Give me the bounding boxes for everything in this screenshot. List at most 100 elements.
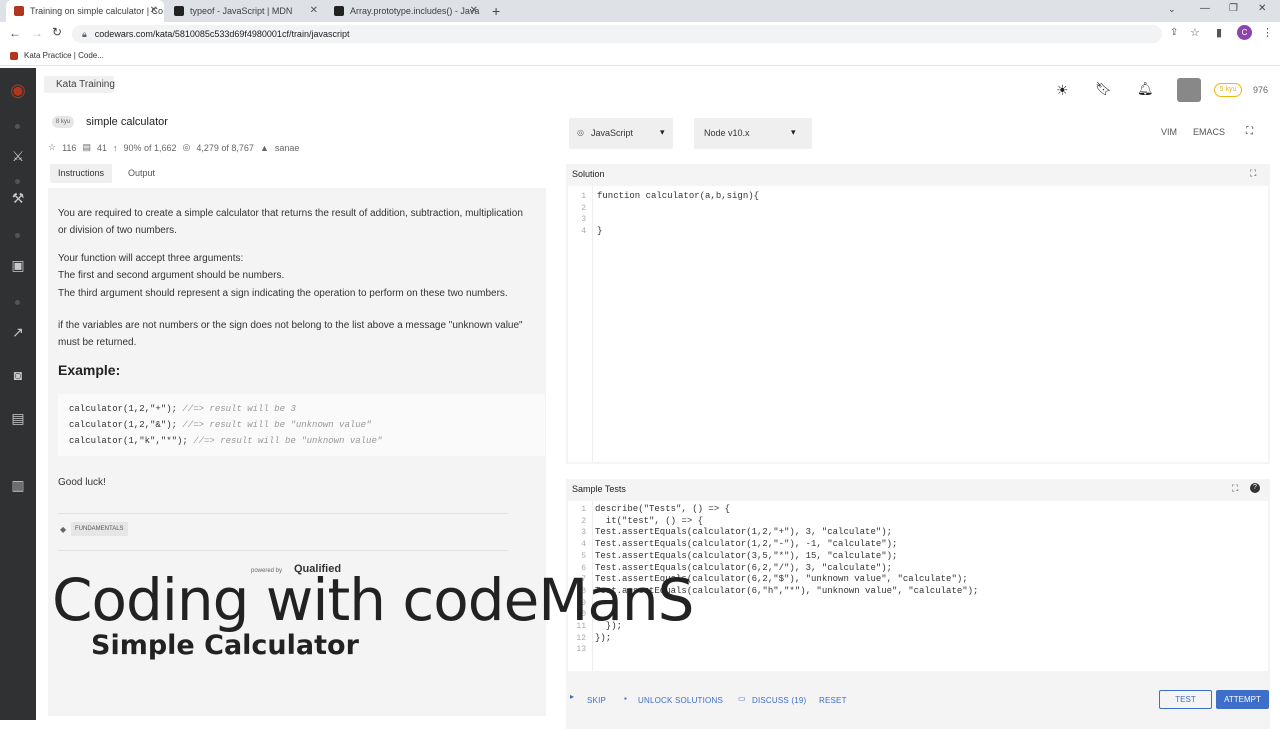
chat-icon[interactable]: ▤ — [8, 408, 28, 428]
close-tab-icon[interactable]: ✕ — [470, 5, 478, 16]
satisfaction-icon: ↑ — [112, 142, 118, 153]
example-comment: //=> result will be "unknown value" — [187, 436, 383, 446]
line-number: 5 — [581, 551, 586, 561]
back-icon[interactable]: ← — [9, 26, 21, 40]
briefcase-icon[interactable]: ▣ — [8, 255, 28, 275]
more-menu-icon[interactable]: ⋮ — [1262, 26, 1273, 39]
tab-title: Training on simple calculator | Co — [30, 6, 164, 16]
side-panel-icon[interactable]: ▮ — [1216, 26, 1222, 39]
training-icon[interactable]: ⚔ — [8, 146, 28, 166]
codewars-logo-icon[interactable]: ◉ — [8, 80, 28, 100]
example-heading: Example: — [58, 362, 121, 378]
share-icon[interactable]: ⇪ — [1170, 27, 1178, 38]
discuss-button[interactable]: DISCUSS (19) — [752, 696, 806, 705]
close-tab-icon[interactable]: ✕ — [310, 5, 318, 16]
code-line: Test.assertEquals(calculator(3,5,"*"), 1… — [595, 550, 898, 561]
instructions-paragraph: Your function will accept three argument… — [58, 253, 244, 264]
example-code-block: calculator(1,2,"+"); //=> result will be… — [58, 394, 545, 456]
instructions-paragraph: The first and second argument should be … — [58, 270, 285, 281]
left-sidebar: ◉ ⚔ ⚒ ▣ ↗ ◙ ▤ ▥ — [0, 68, 36, 720]
lock-icon: ▪ — [624, 694, 627, 703]
overlay-title: Coding with codeManS — [52, 566, 694, 634]
tab-search-icon[interactable]: ⌄ — [1168, 4, 1176, 15]
line-number: 1 — [581, 505, 586, 514]
browser-tab-mdn-includes[interactable]: Array.prototype.includes() - Java ✕ — [326, 0, 484, 22]
language-select[interactable]: ◎ JavaScript ▾ — [569, 118, 673, 149]
expand-icon[interactable]: ⛶ — [1232, 483, 1238, 494]
close-window-icon[interactable]: ✕ — [1258, 3, 1266, 14]
docs-icon[interactable]: ▥ — [8, 475, 28, 495]
chevron-down-icon: ▾ — [660, 127, 665, 137]
help-icon[interactable]: ? — [1250, 483, 1260, 493]
tab-output[interactable]: Output — [128, 168, 155, 178]
javascript-icon: ◎ — [577, 128, 584, 137]
emacs-mode-toggle[interactable]: EMACS — [1193, 127, 1225, 137]
reload-icon[interactable]: ↻ — [52, 25, 62, 39]
lock-icon: 🔒︎ — [82, 28, 87, 39]
notifications-bell-icon[interactable]: 🔔︎ — [1137, 81, 1154, 97]
user-avatar[interactable] — [1177, 78, 1201, 102]
satisfaction-rating: 90% of 1,662 — [123, 142, 177, 153]
tab-title: typeof - JavaScript | MDN — [190, 6, 293, 16]
collections-icon: ▤ — [82, 142, 91, 152]
expand-icon[interactable]: ⛶ — [1250, 168, 1256, 179]
code-line: } — [597, 226, 603, 236]
skip-icon: ▸ — [570, 692, 575, 701]
breadcrumb[interactable]: Kata Training — [56, 79, 115, 90]
line-number: 2 — [581, 516, 586, 526]
tag-fundamentals[interactable]: FUNDAMENTALS — [71, 522, 128, 536]
bookmark-star-icon[interactable]: ☆ — [1190, 26, 1200, 39]
example-code: calculator(1,2,"+"); — [69, 404, 178, 414]
version-select[interactable]: Node v10.x ▾ — [694, 118, 812, 149]
kata-title: simple calculator — [86, 116, 168, 128]
code-line: function calculator(a,b,sign){ — [597, 191, 760, 201]
new-tab-icon[interactable]: + — [492, 3, 500, 19]
minimize-icon[interactable]: — — [1200, 3, 1210, 14]
code-line: describe("Tests", () => { — [595, 504, 731, 514]
tag-icon: ◆ — [60, 525, 67, 534]
example-code: calculator(1,2,"&"); — [69, 420, 178, 430]
language-value: JavaScript — [591, 128, 634, 138]
fullscreen-icon[interactable]: ⛶ — [1246, 126, 1253, 137]
browser-tab-mdn-typeof[interactable]: typeof - JavaScript | MDN ✕ — [166, 0, 324, 22]
url-field[interactable]: 🔒︎ codewars.com/kata/5810085c533d69f4980… — [72, 25, 1162, 43]
line-number: 4 — [581, 540, 586, 550]
solution-editor[interactable]: 1 2 3 4 function calculator(a,b,sign){ } — [568, 186, 1268, 462]
close-tab-icon[interactable]: ✕ — [150, 5, 158, 16]
line-number: 12 — [576, 633, 586, 643]
nav-dot — [15, 124, 20, 129]
code-line: }); — [595, 632, 612, 643]
star-icon[interactable]: ☆ — [48, 142, 56, 153]
example-comment: //=> result will be "unknown value" — [177, 420, 372, 430]
address-bar-row: ← → ↻ 🔒︎ codewars.com/kata/5810085c533d6… — [0, 22, 1280, 46]
tab-instructions[interactable]: Instructions — [50, 164, 112, 183]
url-text: codewars.com/kata/5810085c533d69f4980001… — [94, 29, 350, 39]
author-name[interactable]: sanae — [275, 143, 300, 153]
sample-tests-title: Sample Tests — [572, 484, 626, 494]
practice-icon[interactable]: ⚒ — [8, 188, 28, 208]
codewars-favicon-icon — [14, 6, 24, 16]
stars-count: 116 — [62, 142, 77, 153]
browser-tab-codewars[interactable]: Training on simple calculator | Co ✕ — [6, 0, 164, 22]
theme-toggle-icon[interactable]: ☀ — [1056, 82, 1069, 99]
reset-button[interactable]: RESET — [819, 696, 847, 705]
profile-avatar[interactable]: C — [1237, 25, 1252, 40]
example-comment: //=> result will be 3 — [177, 404, 296, 414]
example-code: calculator(1,"k","*"); — [69, 436, 188, 446]
skip-button[interactable]: SKIP — [587, 696, 606, 705]
maximize-icon[interactable]: ❐ — [1229, 3, 1238, 14]
vim-mode-toggle[interactable]: VIM — [1161, 127, 1177, 137]
bookmark-icon[interactable]: 🔖︎ — [1095, 81, 1112, 97]
attempt-button[interactable]: ATTEMPT — [1216, 690, 1269, 709]
nav-dot — [15, 300, 20, 305]
forward-icon[interactable]: → — [31, 26, 43, 40]
code-line: Test.assertEquals(calculator(1,2,"-"), -… — [595, 539, 898, 550]
unlock-solutions-button[interactable]: UNLOCK SOLUTIONS — [638, 696, 723, 705]
test-button[interactable]: TEST — [1159, 690, 1212, 709]
completions-icon: ◎ — [182, 142, 191, 152]
bookmark-kata-practice[interactable]: Kata Practice | Code... — [24, 51, 104, 60]
leaderboard-icon[interactable]: ↗ — [8, 322, 28, 342]
completions-count: 4,279 of 8,767 — [196, 142, 254, 153]
code-line: Test.assertEquals(calculator(1,2,"+"), 3… — [595, 527, 893, 538]
discord-icon[interactable]: ◙ — [8, 365, 28, 385]
